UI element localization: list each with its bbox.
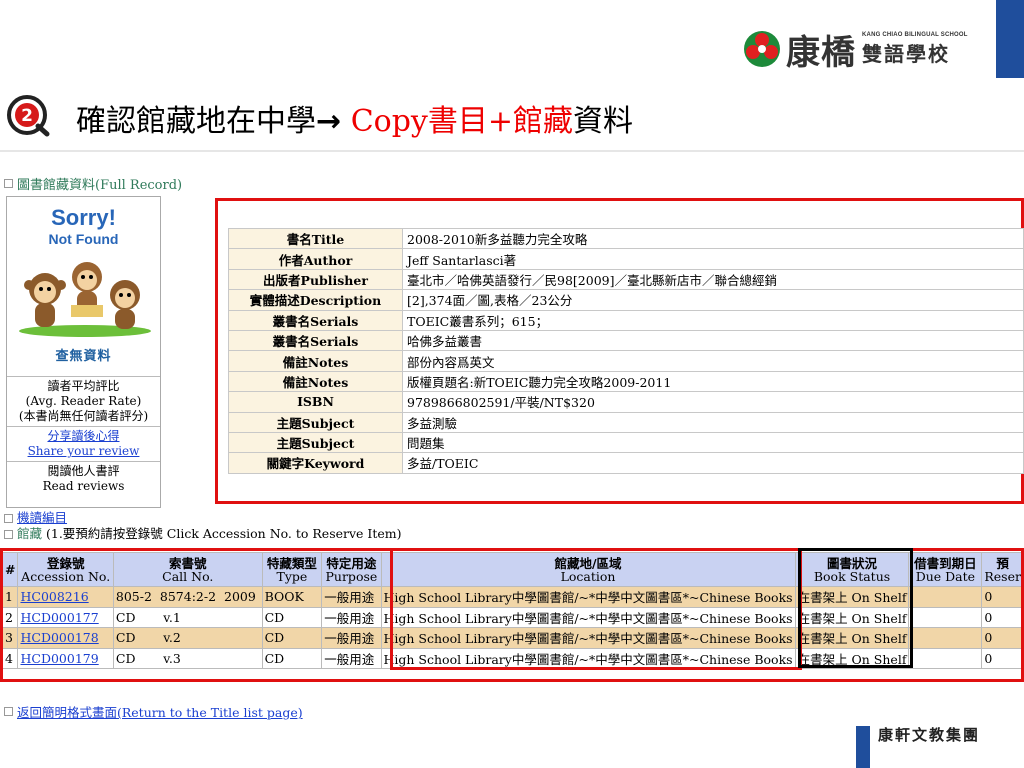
school-logo: 康橋 KANG CHIAO BILINGUAL SCHOOL 雙語學校 [742,26,968,73]
cover-caption: 查無資料 [55,349,112,364]
title-text: 確認館藏地在中學 [76,104,316,139]
field-label: 叢書名Serials [228,329,403,352]
slide-title: 確認館藏地在中學→ Copy書目+館藏資料 [76,96,633,140]
field-label: ISBN [228,391,403,413]
logo-school-type: 雙語學校 [862,41,950,66]
record-row: ISBN 9789866802591/平裝/NT$320 [228,391,1024,413]
field-label: 出版者Publisher [228,268,403,291]
read-reviews-label-en: Read reviews [42,479,125,493]
footer-publisher: 康軒文教集團 [878,726,981,744]
field-value: 9789866802591/平裝/NT$320 [402,391,1024,413]
share-review-link-en[interactable]: Share your review [28,444,140,458]
checkbox-icon [4,513,13,523]
full-record-heading: 圖書館藏資料(Full Record) [4,174,182,193]
sorry-text: Sorry! [51,205,116,230]
field-label: 備註Notes [228,370,403,393]
field-label: 書名Title [228,227,403,250]
logo-chinese-name: 康橋 [786,32,856,73]
monkeys-illustration-icon [19,262,151,337]
field-label: 關鍵字Keyword [228,452,403,474]
field-value: 問題集 [402,431,1024,454]
reader-rating-label: 讀者平均評比 [47,379,120,393]
field-label: 叢書名Serials [228,309,403,331]
record-row: 作者Author Jeff Santarlasci著 [228,248,1024,270]
record-row: 叢書名Serials 哈佛多益叢書 [228,329,1024,352]
location-highlight-box [390,548,802,670]
book-cover-panel: Sorry! Not Found 查無資料 讀者平均評比 (Avg. Reade… [6,196,161,508]
field-label: 實體描述Description [228,289,403,311]
not-found-text: Not Found [48,231,119,247]
svg-text:2: 2 [21,106,33,126]
full-record-label: 圖書館藏資料(Full Record) [17,178,183,193]
field-value: 多益/TOEIC [402,452,1024,474]
corner-accent [996,0,1024,78]
record-row: 主題Subject 問題集 [228,431,1024,454]
field-value: 部份內容爲英文 [402,350,1024,372]
record-row: 叢書名Serials TOEIC叢書系列；615； [228,309,1024,331]
checkbox-icon [4,707,13,716]
slide-header: 康橋 KANG CHIAO BILINGUAL SCHOOL 雙語學校 [0,0,1024,78]
back-to-title-list-link[interactable]: 返回簡明格式畫面(Return to the Title list page) [17,702,303,721]
field-value: 多益測驗 [402,411,1024,433]
field-value: 2008-2010新多益聽力完全攻略 [402,227,1024,250]
field-value: Jeff Santarlasci著 [402,248,1024,270]
record-row: 備註Notes 部份內容爲英文 [228,350,1024,372]
read-reviews-label: 閱讀他人書評 [47,464,120,478]
share-review-cell: 分享讀後心得 Share your review [7,427,160,462]
record-row: 實體描述Description [2],374面／圖,表格／23公分 [228,289,1024,311]
record-row: 出版者Publisher 臺北市／哈佛英語發行／民98[2009]／臺北縣新店市／… [228,268,1024,291]
school-emblem-icon [744,31,780,67]
reserve-instruction: (1.要預約請按登錄號 Click Accession No. to Reser… [46,526,402,541]
record-row: 書名Title 2008-2010新多益聽力完全攻略 [228,227,1024,250]
record-row: 備註Notes 版權頁題名:新TOEIC聽力完全攻略2009-2011 [228,370,1024,393]
title-highlight: Copy書目+館藏 [350,104,573,139]
checkbox-icon [4,179,13,188]
reader-rating-cell: 讀者平均評比 (Avg. Reader Rate) (本書尚無任何讀者評分) [7,377,160,427]
marc-record-link[interactable]: 機讀編目 [17,510,67,526]
read-reviews-cell[interactable]: 閱讀他人書評 Read reviews [7,462,160,496]
back-to-list: 返回簡明格式畫面(Return to the Title list page) [4,702,303,721]
holdings-heading: 機讀編目 館藏 (1.要預約請按登錄號 Click Accession No. … [4,510,402,542]
field-label: 主題Subject [228,411,403,433]
reader-rating-note: (本書尚無任何讀者評分) [18,409,149,423]
field-value: 哈佛多益叢書 [402,329,1024,352]
share-review-link[interactable]: 分享讀後心得 [47,429,119,443]
field-value: 版權頁題名:新TOEIC聽力完全攻略2009-2011 [402,370,1024,393]
field-value: [2],374面／圖,表格／23公分 [402,289,1024,311]
title-suffix: 資料 [573,104,633,139]
record-row: 關鍵字Keyword 多益/TOEIC [228,452,1024,474]
footer-accent [856,726,870,768]
cover-image: Sorry! Not Found 查無資料 [7,197,160,377]
record-row: 主題Subject 多益測驗 [228,411,1024,433]
status-highlight-box [798,548,913,668]
right-arrow-icon: → [316,104,342,139]
step-two-icon: 2 [7,95,50,137]
checkbox-icon [4,529,13,539]
field-label: 備註Notes [228,350,403,372]
title-divider [0,150,1024,152]
reader-rating-label-en: (Avg. Reader Rate) [25,394,142,408]
field-value: TOEIC叢書系列；615； [402,309,1024,331]
field-label: 主題Subject [228,431,403,454]
field-label: 作者Author [228,248,403,270]
holdings-label: 館藏 [17,526,43,541]
field-value: 臺北市／哈佛英語發行／民98[2009]／臺北縣新店市／聯合總經銷 [402,268,1024,291]
bibliographic-record-table: 書名Title 2008-2010新多益聽力完全攻略 作者Author Jeff Sa… [228,227,1024,474]
